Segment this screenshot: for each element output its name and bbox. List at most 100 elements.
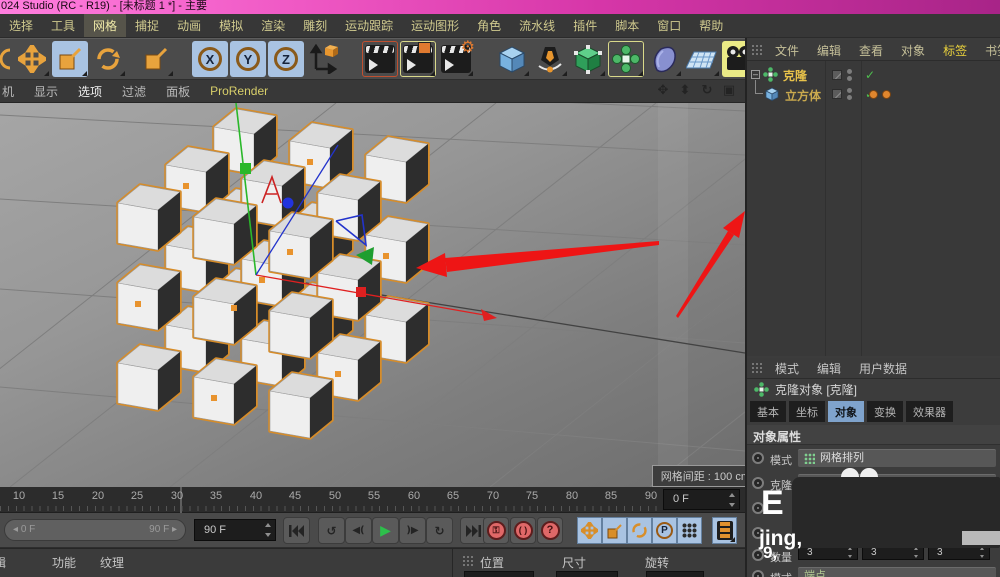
coordinate-system-button[interactable] (306, 41, 342, 77)
count-y-spinner[interactable] (912, 547, 920, 558)
end-frame-spinner[interactable] (264, 523, 272, 537)
floor-button[interactable] (684, 41, 720, 77)
motion-clip-button[interactable] (712, 517, 737, 544)
move-tool-button[interactable] (14, 41, 50, 77)
menu-plugins[interactable]: 插件 (564, 14, 606, 37)
phong-tag-icon[interactable] (869, 90, 878, 99)
goto-start-button[interactable] (283, 517, 310, 544)
expand-icon[interactable]: – (751, 70, 760, 79)
visibility-dots[interactable] (847, 69, 852, 81)
om-menu-object[interactable]: 对象 (893, 40, 933, 61)
title-bar[interactable]: 024 Studio (RC - R19) - [未标题 1 *] - 主要 (0, 0, 1000, 14)
count-z-spinner[interactable] (978, 547, 986, 558)
menu-snap[interactable]: 捕捉 (126, 14, 168, 37)
om-menu-file[interactable]: 文件 (767, 40, 807, 61)
object-row-cube[interactable]: 立方体 ✓ (747, 80, 1000, 104)
preview-range-slider[interactable]: ◂ 0 F 90 F ▸ (4, 519, 186, 541)
visibility-dots[interactable] (847, 88, 852, 100)
pen-spline-button[interactable] (532, 41, 568, 77)
key-scale-button[interactable] (602, 517, 627, 544)
record-options-button[interactable]: ? (537, 517, 563, 544)
render-view-button[interactable] (362, 41, 398, 77)
material-menu-function[interactable]: 功能 (52, 554, 76, 571)
key-position-button[interactable] (577, 517, 602, 544)
material-menu-edit[interactable]: 辑 (0, 554, 6, 571)
menu-tools[interactable]: 工具 (42, 14, 84, 37)
lock-z-button[interactable]: Z (268, 41, 304, 77)
om-menu-edit[interactable]: 编辑 (809, 40, 849, 61)
object-row-cloner[interactable]: – 克隆 ✓ (747, 66, 1000, 85)
subdivision-surface-button[interactable] (570, 41, 606, 77)
loop-button[interactable]: ↻ (426, 517, 453, 544)
menu-sculpt[interactable]: 雕刻 (294, 14, 336, 37)
frame-spinner[interactable] (728, 493, 736, 507)
panel-grip-icon[interactable] (751, 362, 765, 374)
tab-effectors[interactable]: 效果器 (906, 401, 953, 422)
previous-frame-button[interactable]: ◀( (345, 517, 372, 544)
undo-button[interactable] (0, 41, 12, 77)
viewport-menu-options[interactable]: 选项 (68, 81, 112, 102)
am-menu-userdata[interactable]: 用户数据 (851, 358, 915, 379)
menu-script[interactable]: 脚本 (606, 14, 648, 37)
rotate-tool-button[interactable] (90, 41, 126, 77)
menu-character[interactable]: 角色 (468, 14, 510, 37)
object-name[interactable]: 克隆 (783, 67, 807, 84)
viewport-menu-prorender[interactable]: ProRender (200, 82, 278, 100)
play-forward-button[interactable]: ▶ (372, 517, 399, 544)
menu-render[interactable]: 渲染 (252, 14, 294, 37)
viewport-menu-filter[interactable]: 过滤 (112, 81, 156, 102)
key-rotation-button[interactable] (627, 517, 652, 544)
menu-motion-tracker[interactable]: 运动跟踪 (336, 14, 402, 37)
viewport-menu-display[interactable]: 显示 (24, 81, 68, 102)
viewport-toggle-icon[interactable]: ▣ (721, 83, 737, 99)
add-cube-button[interactable] (494, 41, 530, 77)
material-menu-texture[interactable]: 纹理 (100, 554, 124, 571)
layer-toggle[interactable] (832, 89, 842, 99)
viewport-menu-panel[interactable]: 面板 (156, 81, 200, 102)
current-frame-field[interactable]: 0 F (663, 489, 740, 510)
am-menu-edit[interactable]: 编辑 (809, 358, 849, 379)
count-x-spinner[interactable] (846, 547, 854, 558)
viewport-3d[interactable]: 网格间距 : 100 cm (0, 74, 1000, 488)
viewport-rotate-icon[interactable]: ↻ (699, 83, 715, 99)
tab-coordinates[interactable]: 坐标 (789, 401, 825, 422)
tab-transform[interactable]: 变换 (867, 401, 903, 422)
play-backward-button[interactable]: ↺ (318, 517, 345, 544)
menu-animate[interactable]: 动画 (168, 14, 210, 37)
am-menu-mode[interactable]: 模式 (767, 358, 807, 379)
mode-dropdown[interactable]: 网格排列 (798, 449, 996, 467)
object-name[interactable]: 立方体 (785, 87, 821, 104)
last-tool-button[interactable] (138, 41, 174, 77)
om-menu-view[interactable]: 查看 (851, 40, 891, 61)
render-settings-button[interactable]: ⚙ (438, 39, 475, 77)
viewport-menu-camera[interactable]: 机 (0, 81, 24, 102)
menu-mesh[interactable]: 网格 (84, 14, 127, 37)
menu-window[interactable]: 窗口 (648, 14, 690, 37)
autokey-button[interactable]: ( ) (510, 517, 536, 544)
key-parameter-button[interactable]: P (652, 517, 677, 544)
menu-help[interactable]: 帮助 (690, 14, 732, 37)
keyframe-radio[interactable] (752, 570, 764, 577)
lock-x-button[interactable]: X (192, 41, 228, 77)
coordinate-grip-icon[interactable] (462, 555, 476, 567)
enable-check-icon[interactable]: ✓ (865, 68, 875, 82)
tab-basic[interactable]: 基本 (750, 401, 786, 422)
fill-mode-dropdown[interactable]: 端点 (798, 567, 996, 577)
timeline-ruler[interactable]: 10 15 20 25 30 35 40 45 50 55 60 65 70 7… (0, 487, 745, 513)
keyframe-radio[interactable] (752, 452, 764, 464)
next-frame-button[interactable]: )▶ (399, 517, 426, 544)
coord-field-x[interactable] (464, 571, 534, 577)
coord-field-z[interactable] (646, 571, 704, 577)
deformer-button[interactable] (646, 41, 682, 77)
viewport-zoom-icon[interactable]: ⬍ (677, 83, 693, 99)
tab-object[interactable]: 对象 (828, 401, 864, 422)
coord-field-y[interactable] (556, 571, 618, 577)
tag-icon[interactable] (882, 90, 891, 99)
scale-tool-button[interactable] (52, 41, 88, 77)
record-keyframe-button[interactable]: ⚿ (483, 517, 509, 544)
lock-y-button[interactable]: Y (230, 41, 266, 77)
om-menu-bookmarks[interactable]: 书签 (977, 40, 1000, 61)
object-tree[interactable]: – 克隆 ✓ 立方体 ✓ (747, 61, 1000, 356)
menu-select[interactable]: 选择 (0, 14, 42, 37)
end-frame-field[interactable]: 90 F (194, 519, 276, 541)
